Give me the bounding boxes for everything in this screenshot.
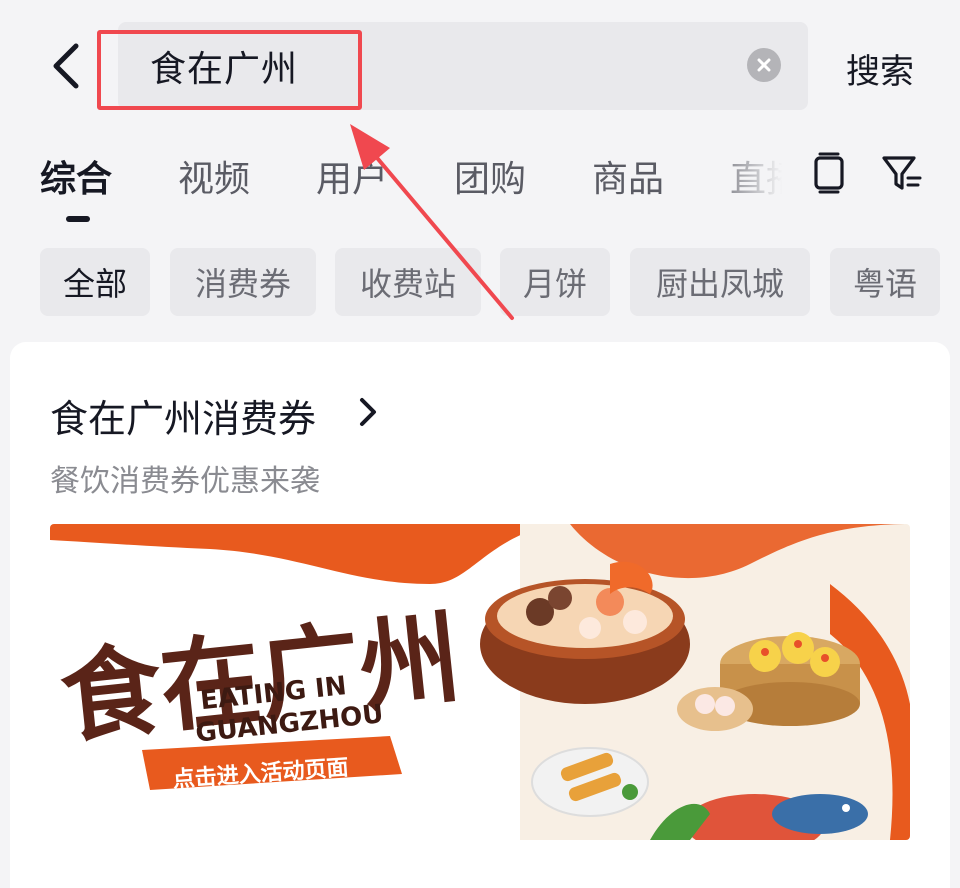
- annotation-arrow: [350, 124, 514, 320]
